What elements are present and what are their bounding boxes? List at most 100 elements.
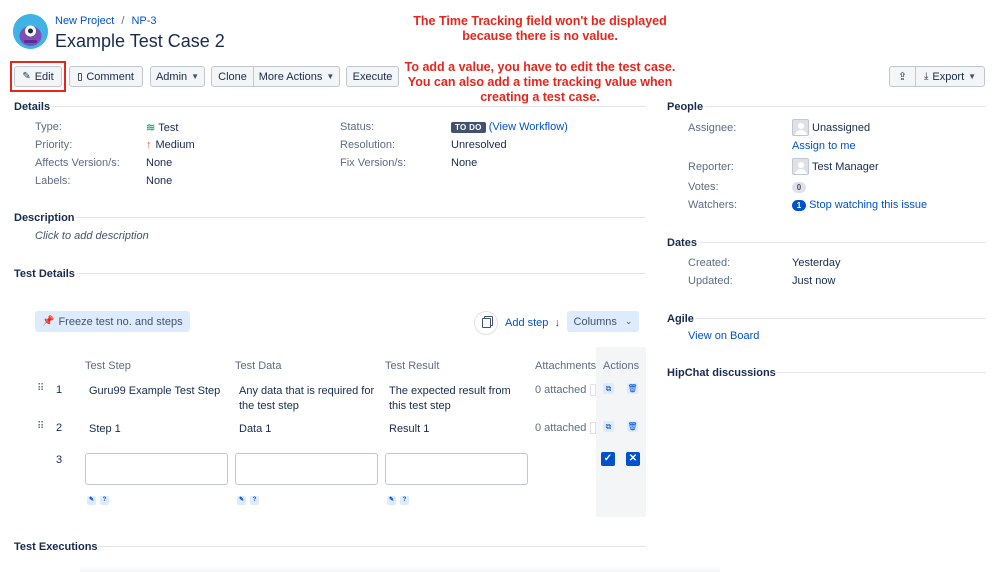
table-cell-result[interactable]: Result 1 — [389, 423, 429, 435]
breadcrumb-separator: / — [121, 15, 125, 27]
breadcrumb-project[interactable]: New Project — [55, 15, 114, 27]
dates-heading: Dates — [667, 237, 697, 249]
edit-button-label: Edit — [34, 70, 54, 83]
execute-button[interactable]: Execute — [346, 66, 399, 87]
attachment-add-handle[interactable] — [590, 384, 596, 396]
table-cell-data[interactable]: Any data that is required for the test s… — [239, 384, 379, 414]
actions-column-panel — [596, 347, 646, 517]
details-divider — [52, 106, 646, 107]
chevron-down-icon: ▼ — [326, 72, 335, 81]
execute-button-label: Execute — [352, 70, 393, 83]
edit-format-icon[interactable]: ✎ — [387, 496, 396, 505]
updated-label: Updated: — [688, 275, 733, 287]
edit-format-icon[interactable]: ✎ — [87, 496, 96, 505]
created-value: Yesterday — [792, 257, 841, 269]
status-value: TO DO (View Workflow) — [451, 121, 568, 133]
share-button[interactable]: ⇪ — [889, 66, 916, 87]
agile-heading: Agile — [667, 313, 694, 325]
attachment-add-handle[interactable] — [590, 422, 596, 434]
view-on-board-link[interactable]: View on Board — [688, 330, 759, 342]
hipchat-heading: HipChat discussions — [667, 367, 776, 379]
more-actions-dropdown[interactable]: More Actions ▼ — [253, 66, 340, 87]
table-cell-step[interactable]: Guru99 Example Test Step — [89, 384, 229, 399]
test-type-icon: ≋ — [146, 122, 156, 134]
drag-handle-icon[interactable]: ⠿ — [37, 421, 44, 432]
people-heading: People — [667, 101, 704, 113]
view-workflow-link[interactable]: (View Workflow) — [489, 121, 568, 133]
admin-dropdown-label: Admin — [155, 70, 188, 83]
columns-dropdown[interactable]: Columns ⌄ — [567, 311, 639, 332]
priority-label: Priority: — [35, 139, 73, 151]
breadcrumb-issue-key[interactable]: NP-3 — [131, 15, 156, 27]
details-heading: Details — [14, 101, 51, 113]
arrow-down-icon: ↓ — [554, 317, 560, 329]
reporter-value: Test Manager — [792, 158, 879, 175]
clone-step-icon[interactable]: ⧉ — [603, 421, 614, 432]
chevron-down-icon: ⌄ — [624, 316, 633, 326]
chevron-down-icon: ▼ — [191, 72, 200, 81]
clone-button[interactable]: Clone — [211, 66, 254, 87]
page-title: Example Test Case 2 — [55, 31, 225, 51]
new-result-input[interactable] — [385, 453, 528, 485]
chevron-down-icon: ▼ — [968, 72, 977, 81]
edit-format-icon[interactable]: ✎ — [237, 496, 246, 505]
stop-watching-link[interactable]: Stop watching this issue — [809, 199, 927, 211]
assign-to-me-link[interactable]: Assign to me — [792, 140, 856, 152]
cancel-step-icon[interactable]: ✕ — [626, 452, 640, 466]
avatar — [792, 119, 809, 136]
labels-value[interactable]: None — [146, 175, 172, 187]
more-actions-label: More Actions — [258, 70, 323, 83]
table-cell-attachments[interactable]: 0 attached — [535, 422, 586, 434]
comment-button[interactable]: Comment — [69, 66, 143, 87]
new-data-input[interactable] — [235, 453, 378, 485]
pencil-icon: ✎ — [22, 71, 31, 82]
confirm-step-icon[interactable]: ✓ — [601, 452, 615, 466]
help-icon[interactable]: ? — [400, 496, 409, 505]
assignee-name: Unassigned — [812, 121, 871, 134]
freeze-steps-label: Freeze test no. and steps — [58, 315, 183, 328]
export-dropdown[interactable]: ⤓ Export ▼ — [915, 66, 985, 87]
header-attachments: Attachments — [535, 360, 597, 372]
admin-dropdown[interactable]: Admin ▼ — [150, 66, 205, 87]
resolution-label: Resolution: — [340, 139, 396, 151]
test-details-divider — [77, 273, 646, 274]
table-cell-result[interactable]: The expected result from this test step — [389, 384, 529, 414]
help-icon[interactable]: ? — [100, 496, 109, 505]
pin-icon: 📌 — [42, 316, 55, 327]
executions-panel-shadow — [80, 566, 720, 572]
copy-steps-button[interactable] — [474, 311, 498, 335]
votes-label: Votes: — [688, 181, 719, 193]
freeze-steps-button[interactable]: 📌 Freeze test no. and steps — [35, 311, 190, 332]
description-divider — [76, 217, 646, 218]
description-heading: Description — [14, 212, 75, 224]
test-executions-heading: Test Executions — [14, 541, 98, 553]
drag-handle-icon[interactable]: ⠿ — [37, 383, 44, 394]
edit-button[interactable]: ✎ Edit — [14, 66, 62, 87]
test-details-heading: Test Details — [14, 268, 75, 280]
fix-versions-label: Fix Version/s: — [340, 157, 407, 169]
dates-divider — [700, 242, 986, 243]
table-cell-data[interactable]: Data 1 — [239, 423, 271, 435]
annotation-note-1: The Time Tracking field won't be display… — [413, 14, 667, 43]
delete-step-icon[interactable]: 🗑 — [627, 421, 638, 432]
votes-value[interactable]: 0 — [792, 181, 806, 193]
created-label: Created: — [688, 257, 731, 269]
project-avatar[interactable] — [13, 14, 48, 49]
table-cell-attachments[interactable]: 0 attached — [535, 384, 586, 396]
new-step-input[interactable] — [85, 453, 228, 485]
description-field[interactable]: Click to add description — [35, 230, 149, 242]
reporter-name: Test Manager — [812, 160, 879, 173]
clone-step-icon[interactable]: ⧉ — [603, 383, 614, 394]
votes-count-badge: 0 — [792, 182, 806, 193]
delete-step-icon[interactable]: 🗑 — [627, 383, 638, 394]
add-step-link[interactable]: Add step ↓ — [505, 317, 560, 329]
help-icon[interactable]: ? — [250, 496, 259, 505]
table-cell-step[interactable]: Step 1 — [89, 423, 121, 435]
arrow-up-icon: ↑ — [146, 139, 152, 151]
header-test-result: Test Result — [385, 360, 440, 372]
columns-label: Columns — [573, 315, 617, 328]
export-dropdown-label: Export — [932, 70, 965, 83]
status-label: Status: — [340, 121, 375, 133]
watchers-count-badge[interactable]: 1 — [792, 200, 806, 211]
header-test-data: Test Data — [235, 360, 282, 372]
